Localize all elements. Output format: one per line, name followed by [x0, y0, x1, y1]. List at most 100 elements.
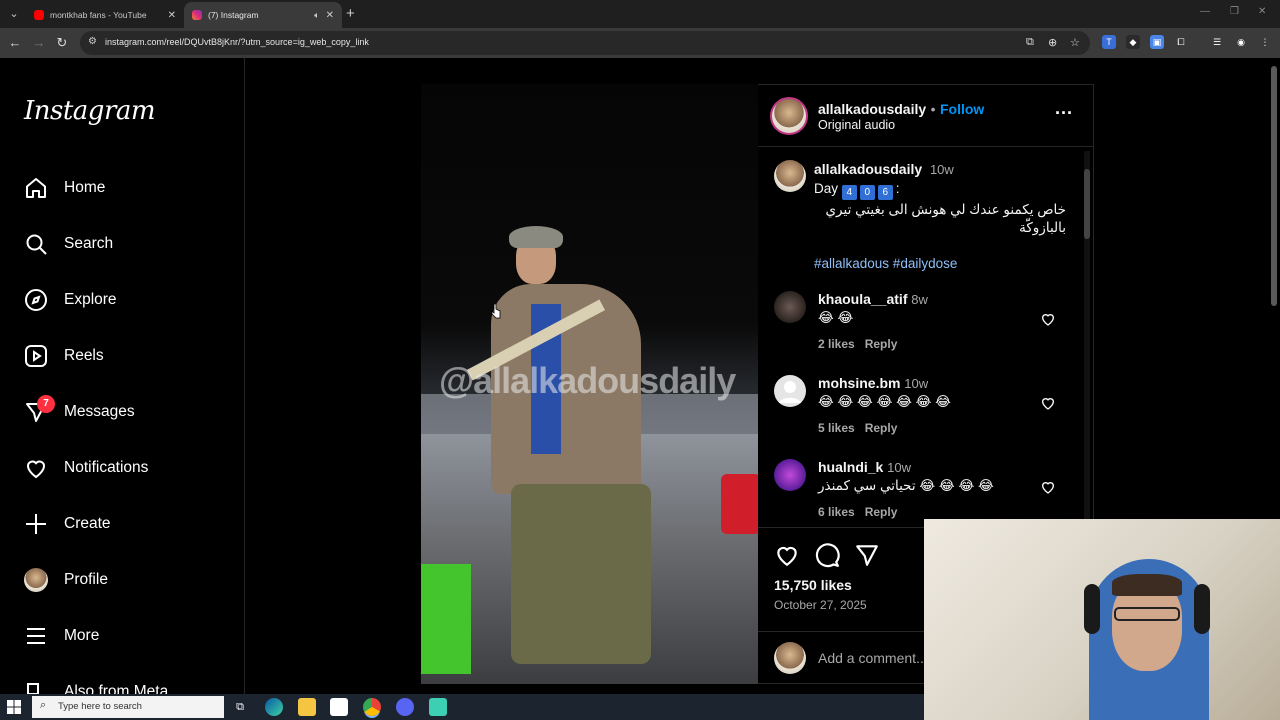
tab-youtube[interactable]: montkhab fans - YouTube ✕: [26, 2, 184, 28]
discord-icon[interactable]: [396, 698, 414, 716]
reply-button[interactable]: Reply: [865, 337, 898, 351]
video-green-box: [421, 564, 471, 674]
webcam-person-hair: [1112, 574, 1182, 596]
sidebar-item-notifications[interactable]: Notifications: [24, 453, 148, 483]
browser-toolbar: ← → ↻ ⚙ instagram.com/reel/DQUvtB8jKnr/?…: [0, 28, 1280, 58]
follow-button[interactable]: Follow: [940, 101, 984, 117]
instagram-logo[interactable]: Instagram: [24, 96, 156, 126]
current-user-avatar: [774, 642, 806, 674]
webcam-person-glasses: [1114, 607, 1180, 621]
reply-button[interactable]: Reply: [865, 505, 898, 519]
close-tab-icon[interactable]: ✕: [168, 10, 176, 21]
compass-icon: [25, 289, 47, 311]
edge-browser-icon[interactable]: [265, 698, 283, 716]
extension-icon[interactable]: ▣: [1150, 35, 1164, 49]
comments-scrollbar[interactable]: [1084, 151, 1090, 521]
sidebar-item-search[interactable]: Search: [24, 229, 113, 259]
task-view-icon[interactable]: ⧉: [231, 698, 249, 716]
sidebar-item-profile[interactable]: Profile: [24, 565, 108, 595]
comment-username[interactable]: mohsine.bm: [818, 375, 900, 391]
like-comment-heart-icon[interactable]: [1040, 311, 1056, 327]
video-person-pants: [511, 484, 651, 664]
close-tab-icon[interactable]: ✕: [326, 10, 334, 21]
original-audio-link[interactable]: Original audio: [818, 118, 895, 132]
caption-author[interactable]: allalkadousdaily: [814, 161, 922, 177]
more-options-icon[interactable]: ···: [1055, 103, 1073, 124]
sidebar-item-reels[interactable]: Reels: [24, 341, 104, 371]
reply-button[interactable]: Reply: [865, 421, 898, 435]
sidebar-item-explore[interactable]: Explore: [24, 285, 117, 315]
caption-author-avatar[interactable]: [774, 160, 806, 192]
close-window-button[interactable]: ✕: [1258, 6, 1266, 17]
likes-count[interactable]: 15,750 likes: [774, 577, 852, 593]
caption-day-prefix: Day: [814, 181, 839, 196]
reload-button[interactable]: ↻: [53, 34, 71, 52]
kebab-menu-icon[interactable]: ⋮: [1258, 35, 1272, 49]
back-button[interactable]: ←: [6, 34, 24, 52]
new-tab-button[interactable]: +: [346, 5, 355, 22]
taskbar-search-placeholder: Type here to search: [58, 701, 142, 712]
caption-hashtags[interactable]: #allalkadous #dailydose: [814, 255, 1074, 273]
add-comment-input[interactable]: Add a comment...: [818, 650, 928, 666]
site-info-icon[interactable]: ⚙: [88, 36, 100, 48]
comment-text: تحياتي سي كمنذر 😂 😂 😂 😂: [818, 478, 994, 493]
chrome-icon[interactable]: [363, 698, 381, 716]
sidebar-item-home[interactable]: Home: [24, 173, 105, 203]
webcam-overlay: [924, 519, 1280, 720]
video-watermark: @allalkadousdaily: [439, 360, 736, 401]
windows-start-icon[interactable]: [6, 699, 22, 715]
hand-cursor-icon: [491, 303, 501, 319]
author-username[interactable]: allalkadousdaily: [818, 101, 926, 117]
caption-day-suffix: :: [895, 181, 900, 196]
sidebar-item-label: Search: [64, 235, 114, 252]
reading-list-icon[interactable]: ☰: [1210, 35, 1224, 49]
reel-video[interactable]: @allalkadousdaily: [421, 84, 758, 684]
reels-icon: [25, 345, 47, 367]
minimize-button[interactable]: —: [1200, 6, 1210, 17]
sidebar-item-more[interactable]: More: [24, 621, 99, 651]
search-icon: [26, 234, 47, 255]
install-app-icon[interactable]: ⧉: [1026, 36, 1034, 49]
page-scroll-thumb[interactable]: [1271, 66, 1277, 306]
sidebar-item-label: Home: [64, 179, 106, 196]
profile-icon[interactable]: ◉: [1234, 35, 1248, 49]
comment-bubble-icon[interactable]: [814, 542, 840, 568]
commenter-avatar[interactable]: [774, 375, 806, 407]
menu-icon: [27, 628, 45, 644]
comment-likes[interactable]: 5 likes: [818, 421, 855, 435]
search-icon: ⌕: [40, 699, 47, 711]
bookmark-star-icon[interactable]: ☆: [1070, 36, 1080, 49]
file-explorer-icon[interactable]: [298, 698, 316, 716]
sidebar-item-label: More: [64, 627, 100, 644]
translate-extension-icon[interactable]: T: [1102, 35, 1116, 49]
video-person-cap: [509, 226, 563, 248]
comment-username[interactable]: khaoula__atif: [818, 291, 907, 307]
comment-username[interactable]: hualndi_k: [818, 459, 883, 475]
zoom-icon[interactable]: ⊕: [1048, 36, 1057, 49]
extensions-puzzle-icon[interactable]: ⧠: [1174, 35, 1188, 49]
commenter-avatar[interactable]: [774, 291, 806, 323]
comment-age: 10w: [887, 460, 911, 475]
taskbar-search-box[interactable]: ⌕ Type here to search: [32, 696, 224, 718]
diamond-extension-icon[interactable]: ◆: [1126, 35, 1140, 49]
tab-instagram[interactable]: (7) Instagram 🔈︎ ✕: [184, 2, 342, 28]
author-avatar[interactable]: [770, 97, 808, 135]
address-bar[interactable]: ⚙ instagram.com/reel/DQUvtB8jKnr/?utm_so…: [80, 31, 1090, 55]
browser-tab-bar: ⌄ montkhab fans - YouTube ✕ (7) Instagra…: [0, 0, 1280, 28]
restore-button[interactable]: ❐: [1230, 6, 1239, 17]
like-comment-heart-icon[interactable]: [1040, 395, 1056, 411]
commenter-avatar[interactable]: [774, 459, 806, 491]
app-icon[interactable]: [429, 698, 447, 716]
comment-likes[interactable]: 2 likes: [818, 337, 855, 351]
plus-icon: [26, 514, 46, 534]
like-comment-heart-icon[interactable]: [1040, 479, 1056, 495]
like-heart-icon[interactable]: [774, 542, 800, 568]
tab-search-button[interactable]: ⌄: [4, 4, 24, 24]
speaker-icon[interactable]: 🔈︎: [314, 10, 319, 21]
share-icon[interactable]: [854, 542, 880, 568]
sidebar-item-create[interactable]: Create: [24, 509, 111, 539]
comments-scroll-thumb[interactable]: [1084, 169, 1090, 239]
comment-likes[interactable]: 6 likes: [818, 505, 855, 519]
forward-button[interactable]: →: [30, 34, 48, 52]
store-icon[interactable]: [330, 698, 348, 716]
